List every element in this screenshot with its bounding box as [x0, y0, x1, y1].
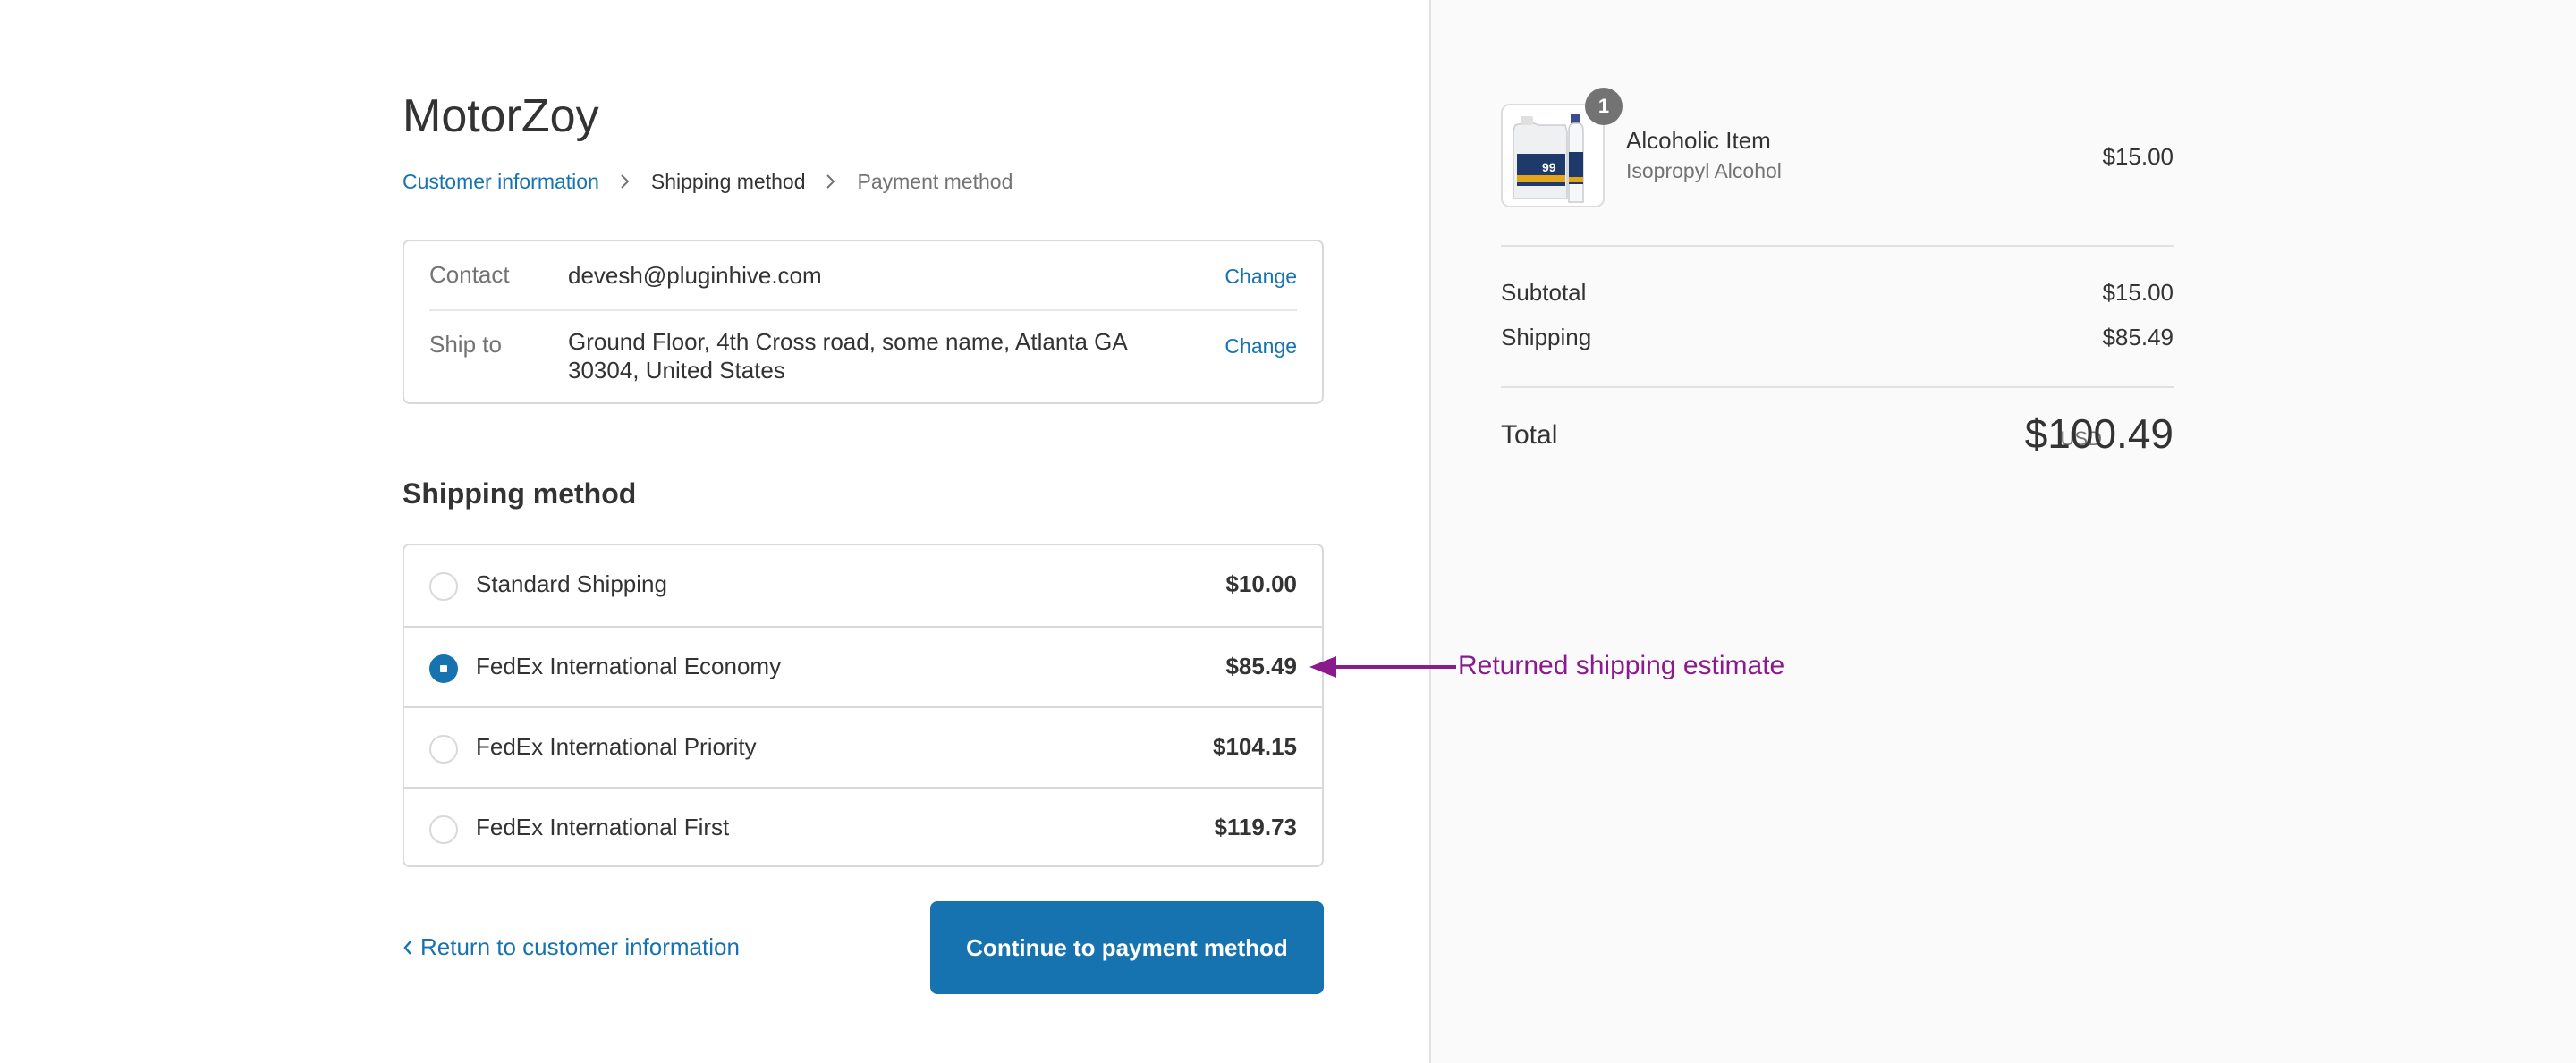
annotation-label: Returned shipping estimate [1458, 651, 1785, 680]
product-price: $15.00 [2102, 143, 2174, 170]
breadcrumb-customer-information[interactable]: Customer information [402, 170, 599, 194]
product-thumbnail: 99 1 [1501, 88, 1623, 207]
svg-text:99: 99 [1542, 160, 1556, 174]
breadcrumb: Customer information Shipping method Pay… [402, 168, 1013, 195]
contact-value: devesh@pluginhive.com [568, 262, 822, 289]
product-name: Alcoholic Item [1626, 127, 1771, 154]
chevron-right-icon [617, 168, 633, 195]
contact-change-link[interactable]: Change [1224, 265, 1297, 289]
radio-button[interactable] [429, 735, 458, 764]
radio-button-selected[interactable] [429, 654, 458, 683]
shipping-option-name: FedEx International First [476, 814, 730, 840]
shipping-option-name: FedEx International Economy [476, 653, 782, 679]
shipping-label: Shipping [1501, 324, 1592, 350]
quantity-badge: 1 [1585, 88, 1623, 125]
shipping-option-price: $10.00 [1225, 570, 1297, 597]
shipping-methods-list: Standard Shipping $10.00 FedEx Internati… [402, 544, 1324, 867]
ship-to-change-link[interactable]: Change [1224, 334, 1297, 359]
subtotal-value: $15.00 [2102, 279, 2174, 306]
return-link-label: Return to customer information [420, 933, 740, 960]
total-value: $100.49 [2024, 410, 2174, 457]
shipping-option-standard[interactable]: Standard Shipping $10.00 [404, 545, 1322, 626]
total-label: Total [1501, 420, 1558, 450]
review-ship-to-row: Ship to Ground Floor, 4th Cross road, so… [429, 311, 1297, 404]
shipping-option-price: $119.73 [1214, 814, 1297, 840]
summary-divider [1501, 386, 2174, 388]
shipping-option-fedex-first[interactable]: FedEx International First $119.73 [404, 787, 1322, 867]
summary-divider [1501, 245, 2174, 247]
ship-to-label: Ship to [429, 331, 502, 358]
product-variant: Isopropyl Alcohol [1626, 159, 1782, 182]
breadcrumb-shipping-method: Shipping method [650, 169, 806, 193]
return-to-customer-information-link[interactable]: Return to customer information [402, 933, 740, 961]
continue-to-payment-button[interactable]: Continue to payment method [930, 901, 1324, 994]
radio-button[interactable] [429, 815, 458, 844]
review-contact-row: Contact devesh@pluginhive.com Change [429, 241, 1297, 311]
shipping-option-price: $85.49 [1225, 653, 1297, 679]
subtotal-label: Subtotal [1501, 279, 1587, 306]
product-thumbnail-icon: 99 [1503, 105, 1603, 206]
shipping-option-fedex-economy[interactable]: FedEx International Economy $85.49 [404, 626, 1322, 706]
shipping-option-name: FedEx International Priority [476, 733, 757, 760]
store-name[interactable]: MotorZoy [402, 88, 599, 145]
ship-to-value: Ground Floor, 4th Cross road, some name,… [568, 328, 1127, 384]
shipping-option-fedex-priority[interactable]: FedEx International Priority $104.15 [404, 706, 1322, 787]
shipping-option-price: $104.15 [1213, 733, 1297, 760]
breadcrumb-payment-method: Payment method [857, 169, 1013, 193]
shipping-method-title: Shipping method [402, 477, 637, 510]
review-box: Contact devesh@pluginhive.com Change Shi… [402, 240, 1324, 404]
shipping-option-name: Standard Shipping [476, 570, 667, 597]
shipping-value: $85.49 [2102, 324, 2174, 350]
radio-button[interactable] [429, 572, 458, 601]
annotation-arrow-icon [1309, 656, 1456, 678]
chevron-left-icon [402, 939, 413, 957]
contact-label: Contact [429, 261, 510, 288]
chevron-right-icon [823, 168, 839, 195]
